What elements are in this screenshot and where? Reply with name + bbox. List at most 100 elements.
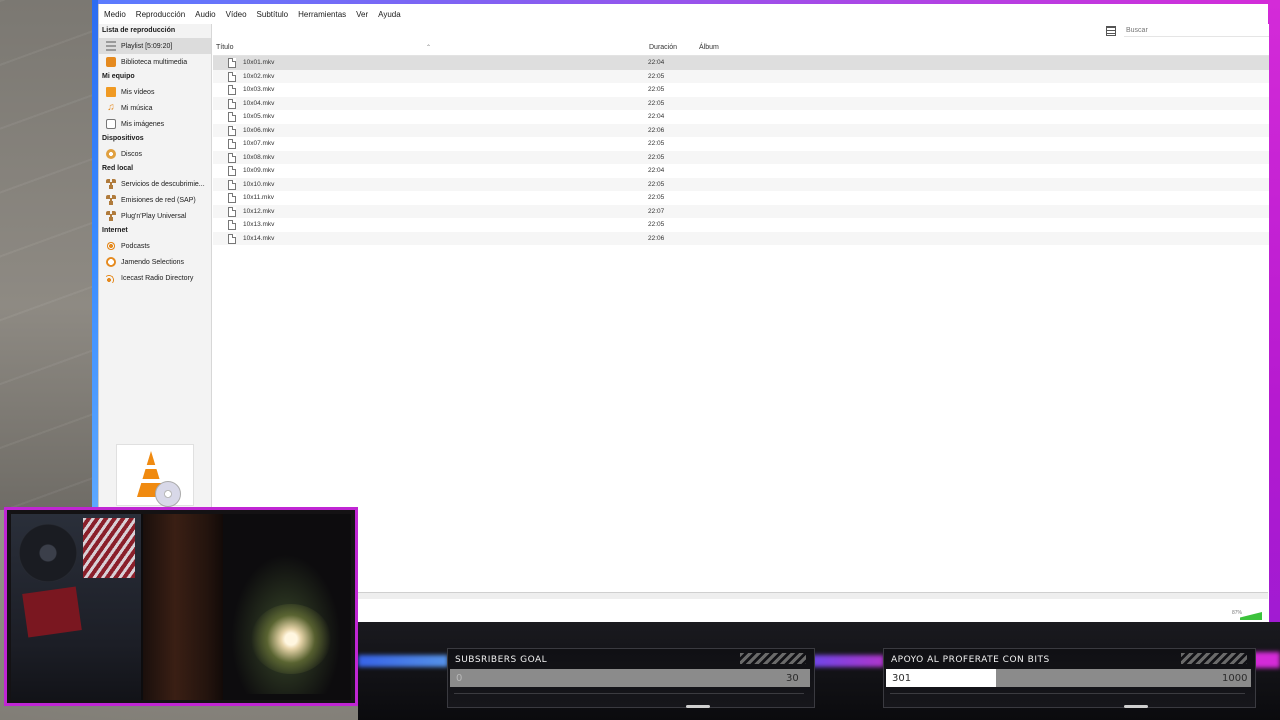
lamp-light xyxy=(251,604,331,674)
menu-playback[interactable]: Reproducción xyxy=(136,10,185,19)
cone-stripe xyxy=(145,465,157,469)
podcast-icon xyxy=(106,241,116,251)
sidebar-item[interactable]: Discos xyxy=(99,146,211,162)
menu-video[interactable]: Vídeo xyxy=(226,10,247,19)
cone-stripe xyxy=(141,479,161,483)
file-icon xyxy=(228,139,236,149)
view-mode-icon[interactable] xyxy=(1106,26,1116,36)
sidebar-item[interactable]: Biblioteca multimedia xyxy=(99,54,211,70)
playlist-row-title: 10x12.mkv xyxy=(243,207,275,215)
sidebar-item[interactable]: Plug'n'Play Universal xyxy=(99,208,211,224)
bits-goal-title: APOYO AL PROFERATE CON BITS xyxy=(891,655,1050,665)
sidebar-item[interactable]: Mis vídeos xyxy=(99,84,211,100)
neon-glow xyxy=(358,655,448,667)
playlist-row[interactable]: 10x02.mkv 22:05 xyxy=(213,69,1269,83)
sidebar-section-title: Lista de reproducción xyxy=(102,27,176,34)
playlist-row-duration: 22:06 xyxy=(648,126,665,134)
sidebar-item[interactable]: Playlist [5:09:20] xyxy=(99,38,211,54)
playlist-row-duration: 22:05 xyxy=(648,140,665,147)
sidebar-item-label: Emisiones de red (SAP) xyxy=(121,196,196,204)
playlist-row[interactable]: 10x12.mkv 22:07 xyxy=(213,204,1269,218)
playlist-row-duration: 22:05 xyxy=(648,194,665,201)
disc-art-icon xyxy=(155,481,181,507)
file-icon xyxy=(228,179,236,190)
playlist-row[interactable]: 10x03.mkv 22:05 xyxy=(213,83,1269,97)
menubar: Medio Reproducción Audio Vídeo Subtítulo… xyxy=(99,4,1268,24)
file-icon xyxy=(228,58,236,68)
playlist-row-title: 10x03.mkv xyxy=(243,86,275,93)
sidebar-item[interactable]: Icecast Radio Directory xyxy=(99,270,211,286)
file-icon xyxy=(228,220,236,230)
file-icon xyxy=(228,166,236,176)
playlist-rows: 10x01.mkv 22:04 10x02.mkv 22:05 10x03.mkv 22:… xyxy=(213,56,1269,245)
sidebar-section-title: Mi equipo xyxy=(102,73,135,80)
file-icon xyxy=(228,85,236,95)
playlist-icon xyxy=(106,41,116,51)
playlist-row-title: 10x02.mkv xyxy=(243,72,275,80)
playlist-row-duration: 22:07 xyxy=(648,207,665,215)
column-title[interactable]: Título xyxy=(216,44,234,51)
hatch-decoration xyxy=(1181,653,1247,664)
sidebar-item[interactable]: Jamendo Selections xyxy=(99,254,211,270)
sidebar-item[interactable]: Servicios de descubrimie... xyxy=(99,176,211,192)
playlist-row[interactable]: 10x14.mkv 22:06 xyxy=(213,231,1269,245)
playlist-row-title: 10x01.mkv xyxy=(243,59,275,66)
network-icon xyxy=(106,195,116,205)
playlist-row[interactable]: 10x07.mkv 22:05 xyxy=(213,137,1269,151)
sidebar-item[interactable]: Podcasts xyxy=(99,238,211,254)
menu-audio[interactable]: Audio xyxy=(195,10,215,19)
wooden-door xyxy=(143,514,223,700)
playlist-row[interactable]: 10x09.mkv 22:04 xyxy=(213,164,1269,178)
playlist-row[interactable]: 10x06.mkv 22:06 xyxy=(213,123,1269,137)
playlist-row-title: 10x07.mkv xyxy=(243,140,275,147)
sort-caret-icon: ⌃ xyxy=(426,45,432,51)
playlist-row[interactable]: 10x13.mkv 22:05 xyxy=(213,218,1269,232)
sidebar-section-title: Dispositivos xyxy=(102,135,144,142)
playlist-row-title: 10x05.mkv xyxy=(243,113,275,120)
playlist-row[interactable]: 10x01.mkv 22:04 xyxy=(213,56,1269,70)
playlist-row-duration: 22:05 xyxy=(648,72,665,80)
column-duration[interactable]: Duración xyxy=(649,44,677,51)
column-album[interactable]: Álbum xyxy=(699,44,719,51)
bits-goal-current: 301 xyxy=(892,673,912,684)
icecast-icon xyxy=(106,273,116,283)
playlist-row-title: 10x10.mkv xyxy=(243,180,275,188)
neon-glow xyxy=(812,655,884,667)
playlist-row-title: 10x14.mkv xyxy=(243,234,275,242)
jamendo-icon xyxy=(106,257,116,267)
playlist-row[interactable]: 10x04.mkv 22:05 xyxy=(213,96,1269,110)
file-icon xyxy=(228,125,236,136)
webcam-image xyxy=(11,514,351,700)
playlist-row[interactable]: 10x11.mkv 22:05 xyxy=(213,191,1269,205)
seek-bar[interactable] xyxy=(258,592,1268,599)
search-input[interactable] xyxy=(1124,25,1269,37)
sidebar-item[interactable]: Mis imágenes xyxy=(99,116,211,132)
playlist-row-duration: 22:04 xyxy=(648,59,665,66)
sidebar-item-label: Podcasts xyxy=(121,242,150,250)
webcam-feed xyxy=(4,507,358,706)
menu-subtitle[interactable]: Subtítulo xyxy=(257,10,289,19)
sidebar-item[interactable]: Emisiones de red (SAP) xyxy=(99,192,211,208)
playlist-row-duration: 22:04 xyxy=(648,167,665,174)
file-icon xyxy=(228,112,236,122)
menu-media[interactable]: Medio xyxy=(104,10,126,19)
playlist-row[interactable]: 10x10.mkv 22:05 xyxy=(213,177,1269,191)
subscribers-goal-widget: SUBSRIBERS GOAL 0 30 xyxy=(447,648,815,708)
playlist-row-duration: 22:05 xyxy=(648,86,665,93)
sidebar-item-label: Plug'n'Play Universal xyxy=(121,212,187,220)
playlist-row-title: 10x09.mkv xyxy=(243,167,275,174)
playlist-row-duration: 22:04 xyxy=(648,113,665,120)
playlist-panel: ⌃ Título Duración Álbum 10x01.mkv22:0410… xyxy=(213,24,1269,622)
subscribers-goal-bar xyxy=(450,669,810,687)
playlist-row[interactable]: 10x05.mkv 22:04 xyxy=(213,110,1269,124)
neon-glow xyxy=(1252,652,1280,668)
playlist-row[interactable]: 10x08.mkv 22:05 xyxy=(213,150,1269,164)
menu-help[interactable]: Ayuda xyxy=(378,10,401,19)
subscribers-goal-title: SUBSRIBERS GOAL xyxy=(455,655,548,665)
playlist-row-duration: 22:05 xyxy=(648,99,665,107)
menu-tools[interactable]: Herramientas xyxy=(298,10,346,19)
sidebar-item[interactable]: ♫ Mi música xyxy=(99,100,211,116)
menu-view[interactable]: Ver xyxy=(356,10,368,19)
sidebar-item-label: Discos xyxy=(121,150,143,158)
zebra-poster xyxy=(83,518,135,578)
